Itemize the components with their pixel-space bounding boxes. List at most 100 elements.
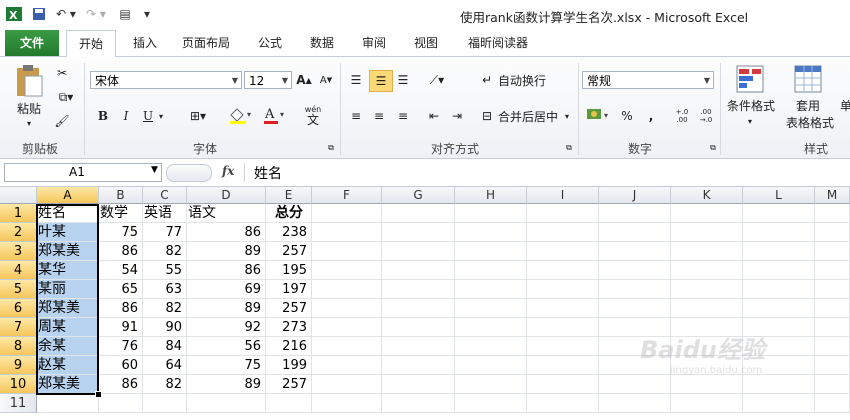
empty-cell[interactable] bbox=[599, 204, 671, 223]
row-header[interactable]: 10 bbox=[0, 375, 37, 394]
tab-file[interactable]: 文件 bbox=[5, 30, 59, 56]
table-cell[interactable]: 273 bbox=[266, 318, 312, 337]
cell-styles-button[interactable]: 单 bbox=[840, 97, 850, 113]
column-header[interactable]: L bbox=[743, 187, 815, 204]
cut-icon[interactable]: ✂ bbox=[54, 65, 70, 81]
empty-cell[interactable] bbox=[455, 261, 527, 280]
increase-indent-icon[interactable]: ⇥ bbox=[448, 107, 466, 125]
fill-color-icon[interactable]: ▾ bbox=[226, 105, 256, 125]
table-cell[interactable] bbox=[37, 394, 99, 413]
table-cell[interactable]: 257 bbox=[266, 375, 312, 394]
table-cell[interactable]: 某华 bbox=[37, 261, 99, 280]
column-header[interactable]: I bbox=[527, 187, 599, 204]
row-header[interactable]: 4 bbox=[0, 261, 37, 280]
empty-cell[interactable] bbox=[815, 261, 850, 280]
empty-cell[interactable] bbox=[382, 299, 455, 318]
merge-center-button[interactable]: 合并后居中 bbox=[498, 107, 562, 125]
empty-cell[interactable] bbox=[671, 242, 743, 261]
empty-cell[interactable] bbox=[455, 223, 527, 242]
empty-cell[interactable] bbox=[382, 356, 455, 375]
conditional-format-button[interactable]: 条件格式 bbox=[724, 97, 778, 113]
empty-cell[interactable] bbox=[382, 337, 455, 356]
empty-cell[interactable] bbox=[599, 242, 671, 261]
header-cell[interactable]: 语文 bbox=[187, 204, 266, 223]
empty-cell[interactable] bbox=[527, 261, 599, 280]
empty-cell[interactable] bbox=[312, 318, 382, 337]
table-cell[interactable]: 238 bbox=[266, 223, 312, 242]
decrease-decimal-button[interactable]: .00 →.0 bbox=[696, 105, 716, 127]
orientation-icon[interactable]: ⟋▾ bbox=[425, 71, 449, 89]
borders-icon[interactable]: ⊞▾ bbox=[186, 107, 210, 125]
table-cell[interactable]: 199 bbox=[266, 356, 312, 375]
empty-cell[interactable] bbox=[527, 375, 599, 394]
table-cell[interactable]: 75 bbox=[99, 223, 143, 242]
paste-icon[interactable] bbox=[12, 63, 46, 99]
table-cell[interactable]: 86 bbox=[99, 299, 143, 318]
tab-review[interactable]: 审阅 bbox=[356, 32, 392, 54]
empty-cell[interactable] bbox=[671, 394, 743, 413]
table-cell[interactable]: 216 bbox=[266, 337, 312, 356]
empty-cell[interactable] bbox=[671, 223, 743, 242]
underline-dropdown-icon[interactable]: ▾ bbox=[156, 107, 166, 125]
font-dialog-launcher-icon[interactable]: ⧉ bbox=[326, 143, 336, 153]
empty-cell[interactable] bbox=[382, 261, 455, 280]
empty-cell[interactable] bbox=[743, 223, 815, 242]
empty-cell[interactable] bbox=[527, 280, 599, 299]
paste-button[interactable]: 粘贴 bbox=[12, 99, 46, 117]
font-name-select[interactable]: 宋体 ▼ bbox=[90, 71, 242, 89]
table-cell[interactable]: 75 bbox=[187, 356, 266, 375]
table-cell[interactable]: 77 bbox=[143, 223, 187, 242]
table-cell[interactable]: 郑某美 bbox=[37, 242, 99, 261]
row-header[interactable]: 8 bbox=[0, 337, 37, 356]
row-header[interactable]: 5 bbox=[0, 280, 37, 299]
empty-cell[interactable] bbox=[671, 204, 743, 223]
font-color-icon[interactable]: A ▾ bbox=[262, 105, 288, 125]
format-as-table-button[interactable]: 套用 bbox=[788, 97, 828, 113]
column-header[interactable]: B bbox=[99, 187, 143, 204]
undo-icon[interactable]: ↶ ▾ bbox=[54, 5, 78, 23]
empty-cell[interactable] bbox=[743, 242, 815, 261]
empty-cell[interactable] bbox=[312, 356, 382, 375]
row-header[interactable]: 7 bbox=[0, 318, 37, 337]
empty-cell[interactable] bbox=[312, 375, 382, 394]
shrink-font-icon[interactable]: A ▼ bbox=[318, 71, 334, 89]
empty-cell[interactable] bbox=[815, 375, 850, 394]
empty-cell[interactable] bbox=[455, 318, 527, 337]
number-format-select[interactable]: 常规 ▼ bbox=[582, 71, 714, 89]
save-icon[interactable] bbox=[30, 5, 48, 23]
column-header[interactable]: M bbox=[815, 187, 850, 204]
empty-cell[interactable] bbox=[599, 299, 671, 318]
formula-input[interactable]: 姓名 bbox=[244, 163, 848, 182]
formula-bar-expand-handle[interactable] bbox=[166, 164, 212, 182]
grow-font-icon[interactable]: A ▲ bbox=[296, 71, 312, 89]
empty-cell[interactable] bbox=[599, 394, 671, 413]
tab-page-layout[interactable]: 页面布局 bbox=[176, 32, 236, 54]
insert-function-icon[interactable]: fx bbox=[222, 164, 240, 182]
table-cell[interactable]: 84 bbox=[143, 337, 187, 356]
empty-cell[interactable] bbox=[312, 261, 382, 280]
customize-toolbar-icon[interactable]: ▾ bbox=[140, 5, 154, 23]
accounting-format-icon[interactable]: ▾ bbox=[584, 105, 614, 125]
table-cell[interactable]: 69 bbox=[187, 280, 266, 299]
column-header[interactable]: F bbox=[312, 187, 382, 204]
table-cell[interactable]: 82 bbox=[143, 375, 187, 394]
table-cell[interactable]: 56 bbox=[187, 337, 266, 356]
row-header[interactable]: 2 bbox=[0, 223, 37, 242]
tab-home[interactable]: 开始 bbox=[66, 30, 116, 58]
empty-cell[interactable] bbox=[815, 204, 850, 223]
row-header[interactable]: 11 bbox=[0, 394, 37, 413]
wrap-text-icon[interactable]: ↵ bbox=[478, 71, 496, 89]
empty-cell[interactable] bbox=[527, 356, 599, 375]
empty-cell[interactable] bbox=[599, 261, 671, 280]
empty-cell[interactable] bbox=[743, 280, 815, 299]
table-cell[interactable]: 257 bbox=[266, 242, 312, 261]
empty-cell[interactable] bbox=[527, 242, 599, 261]
decrease-indent-icon[interactable]: ⇤ bbox=[425, 107, 443, 125]
empty-cell[interactable] bbox=[312, 223, 382, 242]
table-cell[interactable]: 89 bbox=[187, 375, 266, 394]
empty-cell[interactable] bbox=[743, 394, 815, 413]
increase-decimal-button[interactable]: +.0 .00 bbox=[672, 105, 692, 127]
empty-cell[interactable] bbox=[527, 223, 599, 242]
merge-dropdown-icon[interactable]: ▾ bbox=[562, 107, 572, 125]
empty-cell[interactable] bbox=[312, 280, 382, 299]
